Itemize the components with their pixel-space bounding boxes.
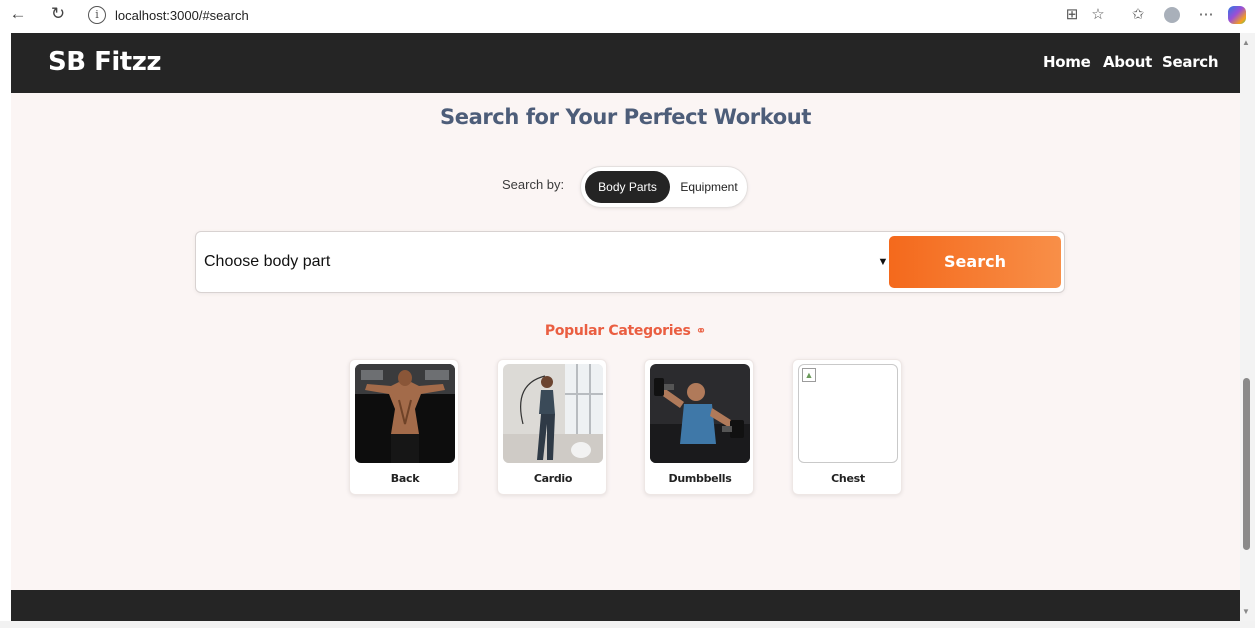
nav-link-home[interactable]: Home bbox=[1043, 53, 1091, 71]
category-card-back[interactable]: Back bbox=[349, 359, 459, 495]
category-card-chest[interactable]: ▲ Chest bbox=[792, 359, 902, 495]
scroll-up-arrow-icon[interactable]: ▲ bbox=[1242, 38, 1250, 47]
window-bottom-edge bbox=[0, 621, 1255, 628]
scroll-down-arrow-icon[interactable]: ▼ bbox=[1242, 607, 1250, 616]
browser-toolbar: ← ↻ i localhost:3000/#search ⊞ ☆ ✩ ⋯ bbox=[0, 0, 1255, 33]
profile-avatar-icon[interactable] bbox=[1164, 7, 1180, 23]
back-arrow-icon[interactable]: ← bbox=[8, 4, 28, 24]
page-viewport: SB Fitzz Home About Search Search for Yo… bbox=[11, 33, 1240, 621]
category-label: Back bbox=[390, 472, 420, 485]
search-form: Choose body part ▼ Search bbox=[195, 231, 1065, 293]
site-info-icon[interactable]: i bbox=[88, 6, 106, 24]
popular-categories-heading: Popular Categories ⚭ bbox=[11, 323, 1240, 339]
brand-logo[interactable]: SB Fitzz bbox=[48, 47, 161, 77]
jump-rope-photo bbox=[503, 364, 603, 463]
category-label: Dumbbells bbox=[668, 472, 732, 485]
vertical-scrollbar[interactable]: ▲ ▼ bbox=[1240, 33, 1255, 621]
toggle-equipment[interactable]: Equipment bbox=[673, 171, 745, 203]
body-part-select[interactable]: Choose body part bbox=[204, 244, 884, 280]
more-menu-icon[interactable]: ⋯ bbox=[1196, 5, 1216, 25]
favorites-list-icon[interactable]: ✩ bbox=[1128, 5, 1148, 25]
category-label: Cardio bbox=[533, 472, 573, 485]
nav-link-about[interactable]: About bbox=[1103, 53, 1152, 71]
broken-image-placeholder: ▲ bbox=[798, 364, 898, 463]
category-card-dumbbells[interactable]: Dumbbells bbox=[644, 359, 754, 495]
address-bar[interactable]: i localhost:3000/#search bbox=[82, 3, 1042, 27]
top-navbar: SB Fitzz Home About Search bbox=[11, 33, 1240, 93]
chevron-down-icon[interactable]: ▼ bbox=[876, 244, 890, 280]
copilot-icon[interactable] bbox=[1228, 6, 1246, 24]
category-card-cardio[interactable]: Cardio bbox=[497, 359, 607, 495]
refresh-icon[interactable]: ↻ bbox=[48, 4, 68, 24]
address-url: localhost:3000/#search bbox=[115, 7, 249, 23]
search-button[interactable]: Search bbox=[889, 236, 1061, 288]
fire-icon: ⚭ bbox=[695, 324, 707, 339]
back-muscles-photo bbox=[355, 364, 455, 463]
category-label: Chest bbox=[831, 472, 865, 485]
favorite-star-icon[interactable]: ☆ bbox=[1088, 5, 1108, 25]
scrollbar-thumb[interactable] bbox=[1243, 378, 1250, 550]
page-title: Search for Your Perfect Workout bbox=[440, 105, 811, 129]
toggle-body-parts[interactable]: Body Parts bbox=[585, 171, 670, 203]
dumbbell-press-photo bbox=[650, 364, 750, 463]
nav-link-search[interactable]: Search bbox=[1162, 53, 1219, 71]
popular-categories-label: Popular Categories bbox=[544, 323, 691, 339]
search-mode-toggle: Body Parts Equipment bbox=[580, 166, 748, 208]
search-by-label: Search by: bbox=[502, 177, 565, 192]
broken-image-icon: ▲ bbox=[802, 368, 816, 382]
page-footer bbox=[11, 590, 1240, 621]
split-screen-icon[interactable]: ⊞ bbox=[1062, 5, 1082, 25]
